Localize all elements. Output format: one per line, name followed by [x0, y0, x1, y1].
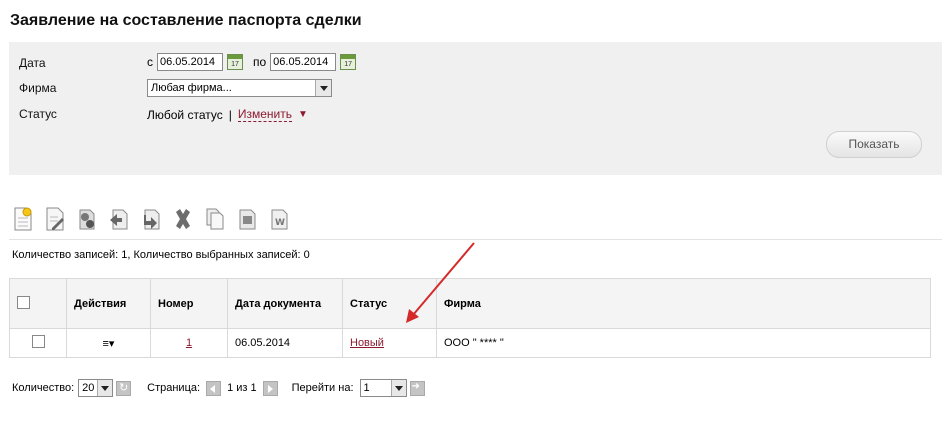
- annotation-arrow-icon: [406, 242, 475, 323]
